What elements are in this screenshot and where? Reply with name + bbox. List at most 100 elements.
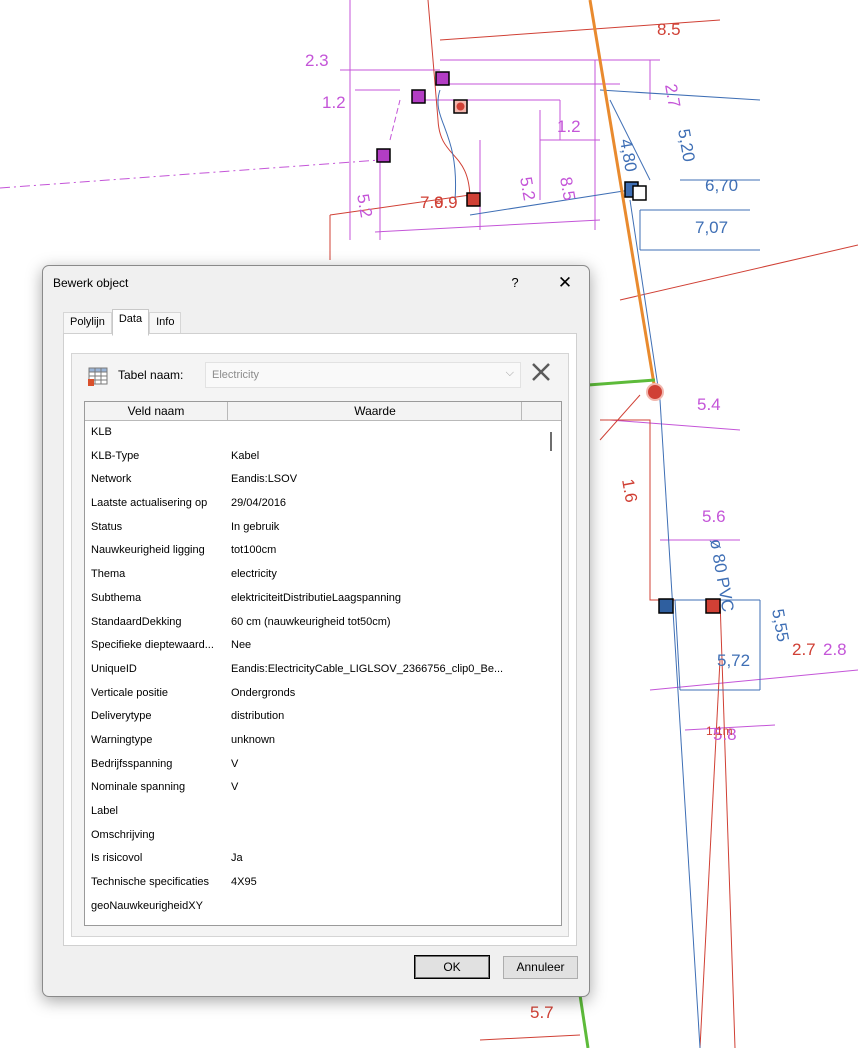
table-row[interactable]: Thema electricity [85,563,543,587]
delete-x-icon[interactable] [529,360,553,384]
table-icon [88,367,108,386]
field-value-cell[interactable]: Eandis:LSOV [231,473,523,485]
dimension-label: 7,07 [695,218,728,237]
red-node-symbol[interactable] [466,192,481,207]
field-value-cell[interactable]: Ja [231,852,523,864]
data-tab-panel: Tabel naam: Electricity ⌵ Veld naam Waar… [63,333,577,946]
field-name-cell: Laatste actualisering op [91,497,208,510]
field-value-cell[interactable]: In gebruik [231,521,523,533]
red-junction-symbol[interactable] [646,383,664,401]
dialog-title-bar[interactable]: Bewerk object ? ✕ [43,266,589,300]
table-row[interactable]: Status In gebruik [85,516,543,540]
field-name-cell: Nominale spanning [91,781,186,794]
vertical-scrollbar[interactable] [545,421,559,924]
field-value-cell[interactable]: elektriciteitDistributieLaagspanning [231,592,523,604]
field-value-cell[interactable]: electricity [231,568,523,580]
blue-node-symbol[interactable] [632,185,647,201]
field-value-cell[interactable]: Nee [231,639,523,651]
dashed-boundary-line [389,99,401,141]
table-row[interactable]: StandaardDekking 60 cm (nauwkeurigheid to… [85,611,543,635]
red-node-symbol [456,102,465,111]
table-row[interactable]: Deliverytype distribution [85,705,543,729]
table-row[interactable]: Bedrijfsspanning V [85,753,543,777]
field-name-cell: KLB-Type [91,449,140,462]
green-cable[interactable] [578,994,590,1048]
table-row[interactable]: geoNauwkeurigheidXY [85,895,543,919]
table-row[interactable]: Specifieke dieptewaard... Nee [85,634,543,658]
tab-polylijn[interactable]: Polylijn [63,312,112,335]
table-name-dropdown[interactable]: Electricity ⌵ [205,362,521,388]
cancel-button[interactable]: Annuleer [503,956,578,979]
dimension-label: 1.1m [706,724,733,738]
chevron-down-icon: ⌵ [505,367,514,379]
table-name-value: Electricity [212,369,260,381]
table-row[interactable]: UniqueID Eandis:ElectricityCable_LIGLSOV_… [85,658,543,682]
field-value-cell[interactable]: tot100cm [231,544,523,556]
dimension-label: 5,55 [768,607,792,643]
table-row[interactable]: KLB-Type Kabel [85,445,543,469]
table-row[interactable]: Is risicovol Ja [85,847,543,871]
field-name-cell: KLB [91,426,112,438]
column-header-veld-naam[interactable]: Veld naam [85,402,228,420]
field-value-cell[interactable]: 60 cm (nauwkeurigheid tot50cm) [231,616,523,628]
dialog-title: Bewerk object [53,276,129,290]
field-name-cell: Nauwkeurigheid ligging [91,544,205,557]
dimension-label: 6.9 [434,193,458,212]
field-name-cell: Omschrijving [91,828,155,841]
tab-info[interactable]: Info [149,312,182,335]
table-row[interactable]: Warningtype unknown [85,729,543,753]
field-name-cell: Thema [91,568,126,581]
table-row[interactable]: Laatste actualisering op 29/04/2016 [85,492,543,516]
magenta-node-symbol[interactable] [435,71,450,86]
dimension-label: 8.5 [657,20,681,39]
table-row[interactable]: Nauwkeurigheid ligging tot100cm [85,539,543,563]
dimension-label: 6,70 [705,176,738,195]
green-cable[interactable] [587,378,656,387]
magenta-node-symbol[interactable] [411,89,426,104]
dimension-label: 1.2 [557,117,581,136]
table-row[interactable]: Technische specificaties 4X95 [85,871,543,895]
dimension-label: 5,72 [717,651,750,670]
dimension-label: 5.7 [530,1003,554,1022]
table-row[interactable]: Omschrijving [85,824,543,848]
column-header-waarde[interactable]: Waarde [229,402,522,420]
field-name-cell: UniqueID [91,662,137,675]
table-row[interactable]: Label [85,800,543,824]
table-row[interactable]: Nominale spanning V [85,776,543,800]
field-value-cell[interactable]: unknown [231,734,523,746]
field-name-cell: Technische specificaties [91,876,210,889]
field-name-cell: Label [91,805,118,817]
dimension-label: 5.6 [702,507,726,526]
table-group: Tabel naam: Electricity ⌵ Veld naam Waar… [71,353,569,937]
dimension-label: 2.7 [661,82,684,109]
dimension-label: 5.2 [516,175,539,202]
field-value-cell[interactable]: V [231,758,523,770]
tab-data[interactable]: Data [111,309,150,336]
field-value-cell[interactable]: 29/04/2016 [231,497,523,509]
dimension-label: 5.2 [353,192,376,219]
scrollbar-thumb[interactable] [550,432,552,451]
field-value-cell[interactable]: Eandis:ElectricityCable_LIGLSOV_2366756_… [231,663,523,675]
help-button[interactable]: ? [501,272,529,294]
table-row[interactable]: Subthema elektriciteitDistributieLaagspan… [85,587,543,611]
edit-object-dialog: Bewerk object ? ✕ Polylijn Data Info Tab… [42,265,590,997]
tab-strip: Polylijn Data Info [63,309,182,336]
field-value-cell[interactable]: V [231,781,523,793]
magenta-node-symbol[interactable] [376,148,391,163]
field-name-cell: Warningtype [91,733,153,746]
table-row[interactable]: Verticale positie Ondergronds [85,682,543,706]
field-name-cell: Network [91,473,132,486]
field-value-cell[interactable]: Kabel [231,450,523,462]
blue-node-symbol[interactable] [658,598,674,614]
ok-button[interactable]: OK [414,955,490,979]
table-row[interactable]: Network Eandis:LSOV [85,468,543,492]
table-row[interactable]: KLB [85,421,543,445]
field-name-cell: geoNauwkeurigheidXY [91,899,203,912]
dimension-label: 5.4 [697,395,721,414]
data-grid[interactable]: Veld naam Waarde KLB KLB-Type Kabel Network… [84,401,562,926]
close-button[interactable]: ✕ [551,272,579,294]
field-value-cell[interactable]: 4X95 [231,876,523,888]
field-value-cell[interactable]: distribution [231,710,523,722]
field-name-cell: Bedrijfsspanning [91,757,173,770]
field-value-cell[interactable]: Ondergronds [231,687,523,699]
